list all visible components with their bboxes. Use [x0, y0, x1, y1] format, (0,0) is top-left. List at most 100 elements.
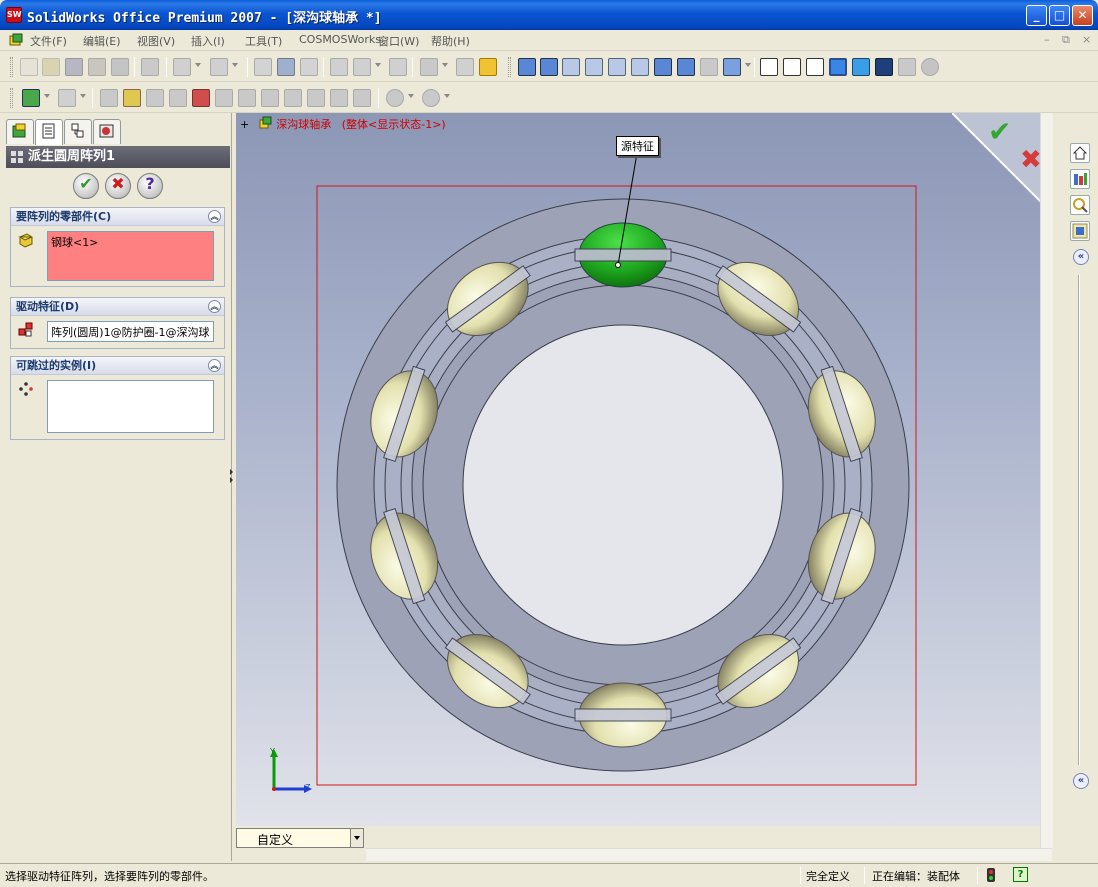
toolbar-grip[interactable] [10, 88, 13, 108]
source-feature-callout[interactable]: 源特征 [616, 136, 659, 156]
print-preview-icon[interactable] [111, 58, 129, 76]
insert-component-icon[interactable] [22, 89, 40, 107]
quick-tips-help-icon[interactable]: ? [1013, 867, 1028, 882]
redo-icon[interactable] [210, 58, 228, 76]
make-assembly-dropdown-icon[interactable] [442, 63, 448, 67]
new-motion-study-icon[interactable] [330, 89, 348, 107]
menu-cosmosworks[interactable]: COSMOSWorks [299, 33, 381, 46]
tab-propertymanager[interactable] [35, 119, 63, 145]
solidworks-app-icon[interactable]: SW [6, 7, 22, 23]
save-icon[interactable] [65, 58, 83, 76]
rotate-view-icon[interactable] [654, 58, 672, 76]
no-external-references-icon[interactable] [146, 89, 164, 107]
horizontal-scrollbar[interactable] [366, 848, 1052, 861]
component-pattern-icon[interactable] [100, 89, 118, 107]
mate-dropdown-icon[interactable] [80, 94, 86, 98]
menu-window[interactable]: 窗口(W) [378, 33, 419, 49]
instances-to-skip-list[interactable] [47, 380, 214, 433]
standard-views-icon[interactable] [723, 58, 741, 76]
make-assembly-icon[interactable] [420, 58, 438, 76]
normal-to-icon[interactable] [540, 58, 558, 76]
tab-display-manager[interactable] [93, 119, 121, 144]
select-filter-icon[interactable] [277, 58, 295, 76]
graphics-area[interactable]: + 深沟球轴承 (整体<显示状态-1>) ✔ ✖ 源特征 Y Z [236, 113, 1052, 826]
collapse-task-pane-icon[interactable]: « [1073, 249, 1089, 265]
change-suppression-icon[interactable] [261, 89, 279, 107]
panel-splitter[interactable] [230, 465, 234, 487]
skip-group-header[interactable]: 可跳过的实例(I) ︽ [11, 357, 224, 375]
shadows-icon[interactable] [875, 58, 893, 76]
insert-component-dropdown-icon[interactable] [44, 94, 50, 98]
sketch-icon[interactable] [389, 58, 407, 76]
section-view-icon[interactable] [700, 58, 718, 76]
hidden-lines-removed-icon[interactable] [806, 58, 824, 76]
zoom-in-out-icon[interactable] [608, 58, 626, 76]
rebuild-status-icon[interactable] [985, 867, 997, 883]
realview-icon[interactable] [921, 58, 939, 76]
collapse-icon[interactable]: ︽ [208, 300, 221, 313]
close-button[interactable]: ✕ [1072, 5, 1093, 26]
options-icon[interactable] [330, 58, 348, 76]
maximize-button[interactable]: □ [1049, 5, 1070, 26]
driving-group-header[interactable]: 驱动特征(D) ︽ [11, 298, 224, 316]
menu-file[interactable]: 文件(F) [30, 33, 67, 49]
shaded-with-edges-icon[interactable] [829, 58, 847, 76]
menu-edit[interactable]: 编辑(E) [83, 33, 121, 49]
driving-feature-field[interactable]: 阵列(圆周)1@防护圈-1@深沟球 [47, 321, 214, 342]
print-icon[interactable] [88, 58, 106, 76]
bill-of-materials-icon[interactable] [353, 89, 371, 107]
solidworks-resources-tab[interactable] [1070, 143, 1090, 163]
ok-button[interactable]: ✔ [73, 173, 99, 199]
menu-tools[interactable]: 工具(T) [245, 33, 282, 49]
exploded-view-dropdown-icon[interactable] [408, 94, 414, 98]
components-selection-list[interactable]: 钢球<1> [47, 231, 214, 281]
toolbar-grip[interactable] [508, 57, 511, 77]
minimize-button[interactable]: _ [1026, 5, 1047, 26]
mdi-restore-button[interactable]: ⧉ [1062, 33, 1070, 47]
properties-icon[interactable] [353, 58, 371, 76]
tab-featuremanager[interactable] [6, 119, 34, 144]
standard-views-dropdown-icon[interactable] [745, 63, 751, 67]
collapse-icon[interactable]: ︽ [208, 210, 221, 223]
bearing-model[interactable] [236, 113, 1052, 826]
zoom-to-fit-icon[interactable] [562, 58, 580, 76]
zoom-to-selection-icon[interactable] [631, 58, 649, 76]
assembly-icon[interactable] [8, 32, 24, 48]
collapse-icon[interactable]: ︽ [208, 359, 221, 372]
tab-configurationmanager[interactable] [64, 119, 92, 144]
file-explorer-tab[interactable] [1070, 195, 1090, 215]
hide-show-components-icon[interactable] [238, 89, 256, 107]
expand-task-pane-icon[interactable]: « [1073, 773, 1089, 789]
pan-icon[interactable] [677, 58, 695, 76]
components-group-header[interactable]: 要阵列的零部件(C) ︽ [11, 208, 224, 226]
help-icon[interactable] [479, 58, 497, 76]
select-icon[interactable] [254, 58, 272, 76]
view-orientation-dropdown[interactable]: 自定义 [236, 828, 364, 848]
toolbar-grip[interactable] [10, 57, 13, 77]
menu-insert[interactable]: 插入(I) [191, 33, 225, 49]
properties-dropdown-icon[interactable] [375, 63, 381, 67]
open-icon[interactable] [42, 58, 60, 76]
shaded-icon[interactable] [852, 58, 870, 76]
mdi-close-button[interactable]: × [1082, 33, 1091, 46]
move-component-icon[interactable] [192, 89, 210, 107]
undo-dropdown-icon[interactable] [195, 63, 201, 67]
cancel-button[interactable]: ✖ [105, 173, 131, 199]
menu-view[interactable]: 视图(V) [137, 33, 175, 49]
interference-detection-icon[interactable] [422, 89, 440, 107]
exploded-view-icon[interactable] [386, 89, 404, 107]
chevron-down-icon[interactable] [350, 829, 363, 847]
reference-geometry-icon[interactable] [307, 89, 325, 107]
undo-icon[interactable] [173, 58, 191, 76]
view-palette-tab[interactable] [1070, 221, 1090, 241]
hidden-lines-visible-icon[interactable] [783, 58, 801, 76]
mdi-minimize-button[interactable]: – [1044, 33, 1050, 46]
zoom-to-area-icon[interactable] [585, 58, 603, 76]
rebuild-icon[interactable] [300, 58, 318, 76]
rotate-component-icon[interactable] [215, 89, 233, 107]
cut-icon[interactable] [141, 58, 159, 76]
edit-component-icon[interactable] [123, 89, 141, 107]
previous-view-icon[interactable] [518, 58, 536, 76]
mate-icon[interactable] [58, 89, 76, 107]
new-icon[interactable] [20, 58, 38, 76]
